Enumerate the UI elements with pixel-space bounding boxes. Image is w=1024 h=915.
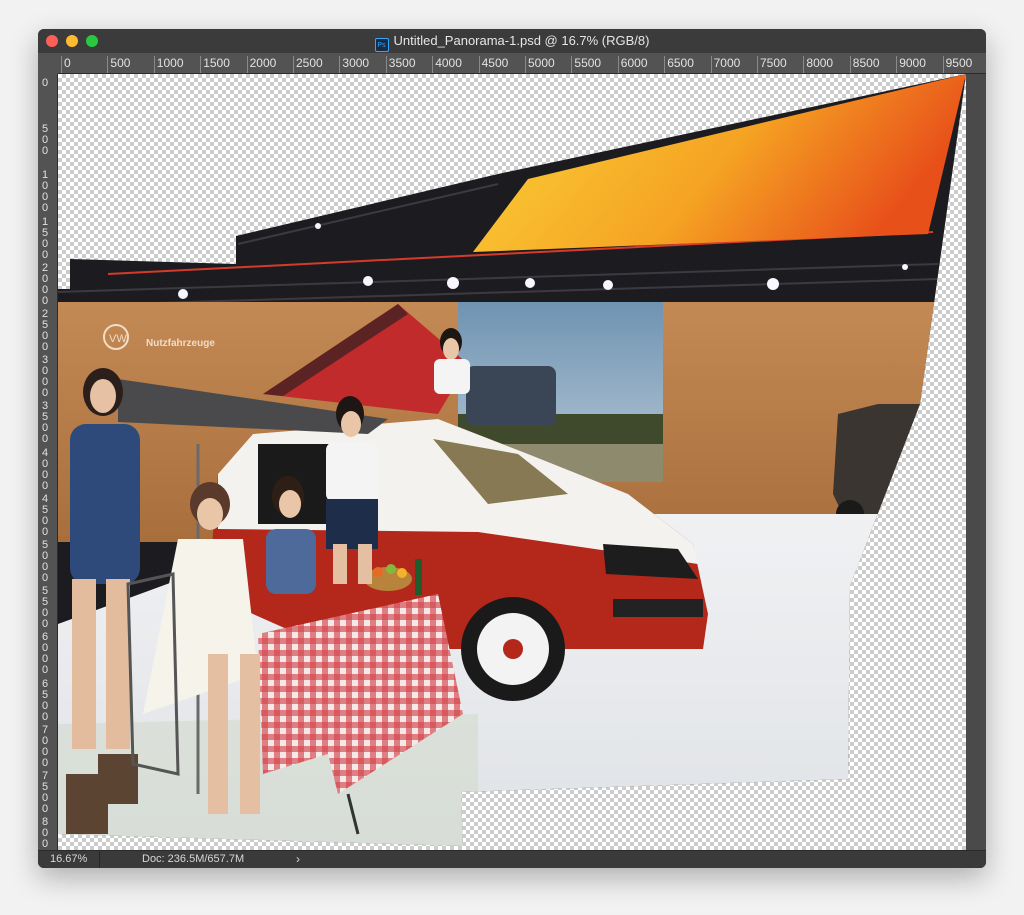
horizontal-ruler-tick: 6000: [617, 56, 648, 73]
vertical-ruler-tick: 7500: [40, 771, 50, 815]
horizontal-ruler-tick: 8500: [849, 56, 880, 73]
photoshop-file-icon: Ps: [374, 38, 389, 52]
vertical-ruler-tick: 5500: [40, 586, 50, 630]
zoom-level-field[interactable]: 16.67%: [38, 851, 100, 868]
horizontal-ruler-tick: 3000: [339, 56, 369, 73]
photoshop-document-window: Ps Untitled_Panorama-1.psd @ 16.7% (RGB/8…: [38, 29, 986, 868]
vertical-ruler-tick: 3500: [40, 401, 50, 445]
horizontal-ruler-tick: 9500: [942, 56, 972, 73]
horizontal-ruler-tick: 1500: [200, 56, 230, 73]
vertical-ruler-digit: 0: [41, 699, 49, 712]
horizontal-ruler-tick: 8000: [803, 56, 833, 73]
horizontal-ruler-tick: 4000: [432, 56, 462, 73]
orange-ceiling-panel: [473, 74, 966, 252]
vertical-ruler-tick: 2000: [40, 262, 50, 307]
status-menu-arrow[interactable]: ›: [296, 851, 300, 868]
document-title: Ps Untitled_Panorama-1.psd @ 16.7% (RGB/8…: [38, 33, 986, 52]
vertical-ruler-digit: 0: [41, 756, 49, 769]
vertical-ruler-tick: 3000: [40, 355, 50, 399]
wine-bottle: [415, 559, 422, 595]
vertical-ruler-digit: 0: [41, 664, 49, 677]
horizontal-ruler-tick: 1000: [153, 56, 184, 73]
vertical-ruler-tick: 6000: [40, 632, 50, 676]
horizontal-ruler-tick: 0: [61, 56, 71, 73]
vertical-ruler-tick: 2500: [40, 309, 50, 353]
vertical-ruler-digit: 0: [41, 387, 49, 400]
horizontal-ruler-tick: 6500: [664, 56, 694, 73]
vertical-ruler-digit: 0: [41, 237, 49, 250]
horizontal-ruler[interactable]: 0 500 1000 1500 2000 2500 3000 3500 4000 4500 5000…: [58, 53, 986, 74]
horizontal-ruler-tick: 7000: [710, 56, 740, 73]
status-bar: 16.67% Doc: 236.5M/657.7M ›: [38, 850, 986, 868]
horizontal-ruler-tick: 5500: [571, 56, 601, 73]
vertical-ruler-tick: 4500: [40, 493, 50, 538]
vertical-ruler-digit: 1: [41, 215, 49, 228]
vertical-ruler-digit: 6: [41, 677, 49, 690]
vertical-ruler-digit: 0: [41, 710, 49, 723]
horizontal-ruler-tick: 9000: [896, 56, 926, 73]
svg-text:VW: VW: [109, 333, 127, 345]
vertical-ruler-digit: 0: [41, 341, 49, 353]
horizontal-ruler-tick: 7500: [757, 56, 787, 73]
vertical-ruler[interactable]: 0500100015002000250030003500400045005000…: [38, 74, 58, 850]
vertical-ruler-digit: 0: [41, 618, 49, 631]
van-grille: [613, 599, 703, 617]
nutzfahrzeuge-sign: Nutzfahrzeuge: [146, 338, 215, 349]
horizontal-ruler-tick: 5000: [525, 56, 555, 73]
vertical-ruler-digit: 0: [41, 248, 49, 261]
vertical-ruler-digit: 0: [41, 525, 49, 538]
vertical-ruler-tick: 4000: [40, 446, 50, 492]
vertical-ruler-digit: 4: [41, 446, 49, 459]
vertical-ruler-digit: 0: [41, 479, 49, 492]
vertical-ruler-digit: 0: [41, 145, 49, 158]
vertical-scrollbar[interactable]: [966, 74, 986, 850]
vertical-ruler-digit: 0: [41, 77, 49, 89]
vertical-ruler-tick: 500: [40, 124, 50, 157]
vertical-ruler-tick: 7000: [40, 724, 50, 769]
vertical-ruler-tick: 1500: [40, 215, 50, 261]
ruler-origin-corner[interactable]: [38, 53, 58, 74]
vertical-ruler-tick: 0: [40, 78, 50, 89]
horizontal-ruler-tick: 2000: [246, 56, 276, 73]
vertical-ruler-digit: 5: [41, 226, 49, 239]
horizontal-ruler-tick: 500: [107, 56, 130, 73]
vertical-ruler-tick: 5000: [40, 540, 50, 584]
vertical-ruler-tick: 6500: [40, 677, 50, 723]
vertical-ruler-digit: 0: [41, 433, 49, 446]
vertical-ruler-digit: 0: [41, 202, 49, 215]
vertical-ruler-digit: 0: [41, 457, 49, 470]
document-size-info[interactable]: Doc: 236.5M/657.7M: [142, 851, 244, 868]
title-bar[interactable]: Ps Untitled_Panorama-1.psd @ 16.7% (RGB/8…: [38, 29, 986, 54]
vertical-ruler-digit: 0: [41, 468, 49, 481]
horizontal-ruler-tick: 3500: [385, 56, 416, 73]
horizontal-ruler-tick: 2500: [293, 56, 323, 73]
horizontal-ruler-tick: 4500: [478, 56, 508, 73]
panorama-image: VW Nutzfahrzeuge: [58, 74, 966, 846]
vertical-ruler-digit: 0: [41, 572, 49, 584]
document-title-text: Untitled_Panorama-1.psd @ 16.7% (RGB/8): [393, 33, 650, 48]
vertical-ruler-digit: 0: [41, 803, 49, 815]
vertical-ruler-digit: 5: [41, 688, 49, 701]
vertical-ruler-tick: 8000: [40, 817, 50, 850]
document-canvas[interactable]: VW Nutzfahrzeuge: [58, 74, 966, 850]
vertical-ruler-digit: 0: [41, 294, 49, 307]
vertical-ruler-tick: 1000: [40, 170, 50, 214]
